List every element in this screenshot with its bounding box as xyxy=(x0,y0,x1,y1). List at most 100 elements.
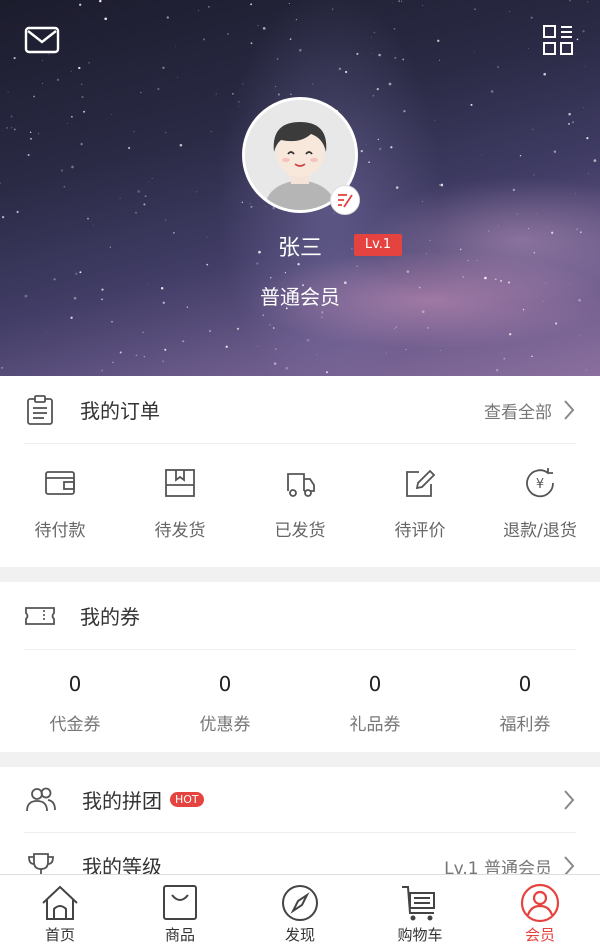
star xyxy=(459,248,462,251)
star xyxy=(133,131,135,133)
star xyxy=(582,29,585,33)
star xyxy=(202,38,206,41)
star xyxy=(371,53,373,54)
order-item-label: 待发货 xyxy=(154,521,206,541)
star xyxy=(360,149,363,153)
membership-level-row[interactable]: 我的等级 Lv.1 普通会员 xyxy=(24,833,576,877)
group-buy-row[interactable]: 我的拼团 HOT xyxy=(24,767,576,833)
star xyxy=(579,231,582,234)
star xyxy=(176,76,178,78)
star xyxy=(427,327,429,329)
star xyxy=(421,310,425,314)
star xyxy=(588,173,590,175)
member-type: 普通会员 xyxy=(260,285,340,309)
star xyxy=(27,153,30,157)
order-pending-review[interactable]: 待评价 xyxy=(360,444,480,566)
star xyxy=(378,147,382,151)
svg-text:¥: ¥ xyxy=(536,477,544,492)
star xyxy=(569,0,571,2)
star xyxy=(509,11,511,13)
star xyxy=(257,345,259,347)
more-card: 我的拼团 HOT 我的等级 Lv.1 普通会员 xyxy=(0,767,600,877)
star xyxy=(13,57,16,60)
order-pending-shipment[interactable]: 待发货 xyxy=(120,444,240,566)
star xyxy=(225,345,228,348)
star xyxy=(41,60,43,62)
star xyxy=(87,217,89,220)
tab-member[interactable]: 会员 xyxy=(480,875,600,946)
star xyxy=(422,5,424,6)
star xyxy=(498,225,499,227)
star xyxy=(481,154,482,156)
star xyxy=(567,122,571,125)
mail-icon[interactable] xyxy=(24,24,60,56)
star xyxy=(143,356,145,358)
star xyxy=(111,320,113,323)
star xyxy=(403,110,406,113)
star xyxy=(119,351,122,354)
coupon-welfare[interactable]: 0 福利券 xyxy=(450,650,600,752)
star xyxy=(277,93,281,96)
star xyxy=(79,3,82,6)
star xyxy=(365,144,367,145)
star xyxy=(5,126,9,129)
shopping-bag-icon xyxy=(163,885,197,920)
star xyxy=(575,193,577,194)
coupon-gift[interactable]: 0 礼品券 xyxy=(300,650,450,752)
star xyxy=(528,48,529,50)
star xyxy=(440,183,444,187)
tab-cart[interactable]: 购物车 xyxy=(360,875,480,946)
coupon-discount[interactable]: 0 优惠券 xyxy=(150,650,300,752)
view-all-orders-link[interactable]: 查看全部 xyxy=(484,376,576,444)
coupons-title: 我的券 xyxy=(80,605,140,629)
orders-card: 我的订单 查看全部 待付款 待发货 已发货 待评价 ¥ 退款/退货 xyxy=(0,376,600,567)
coupon-count: 0 xyxy=(368,672,382,696)
star xyxy=(490,90,494,93)
order-pending-payment[interactable]: 待付款 xyxy=(0,444,120,566)
star xyxy=(71,165,74,169)
coupon-label: 代金券 xyxy=(49,715,101,735)
tab-discover[interactable]: 发现 xyxy=(240,875,360,946)
group-buy-title: 我的拼团 xyxy=(82,789,162,813)
star xyxy=(356,52,359,55)
edit-profile-icon[interactable] xyxy=(330,185,360,215)
chevron-right-icon xyxy=(564,790,575,810)
star xyxy=(60,169,64,172)
star xyxy=(385,352,387,354)
star xyxy=(165,219,167,221)
order-shipped[interactable]: 已发货 xyxy=(240,444,360,566)
avatar[interactable] xyxy=(242,97,360,215)
star xyxy=(321,311,324,314)
star xyxy=(262,314,265,317)
coupons-header[interactable]: 我的券 xyxy=(24,582,576,650)
chevron-right-icon xyxy=(564,400,575,420)
orders-header[interactable]: 我的订单 查看全部 xyxy=(24,376,576,444)
star xyxy=(586,1,588,3)
star xyxy=(137,190,141,193)
tab-products[interactable]: 商品 xyxy=(120,875,240,946)
star xyxy=(1,215,5,219)
star xyxy=(572,121,574,123)
star xyxy=(284,272,286,274)
coupon-cash[interactable]: 0 代金券 xyxy=(0,650,150,752)
star xyxy=(470,103,473,106)
star xyxy=(88,62,90,64)
cart-icon xyxy=(402,886,435,921)
star xyxy=(272,327,275,329)
star xyxy=(37,133,40,135)
star xyxy=(295,18,298,21)
star xyxy=(30,137,32,140)
qr-code-icon[interactable] xyxy=(540,24,576,56)
star xyxy=(306,338,310,342)
star xyxy=(338,67,342,71)
star xyxy=(585,369,587,371)
order-item-label: 退款/退货 xyxy=(503,521,577,541)
star xyxy=(496,369,499,372)
tab-home[interactable]: 首页 xyxy=(0,875,120,946)
group-icon xyxy=(26,787,56,811)
star xyxy=(368,161,370,164)
order-refund[interactable]: ¥ 退款/退货 xyxy=(480,444,600,566)
star xyxy=(78,66,81,70)
star xyxy=(151,177,153,179)
star xyxy=(497,66,499,68)
